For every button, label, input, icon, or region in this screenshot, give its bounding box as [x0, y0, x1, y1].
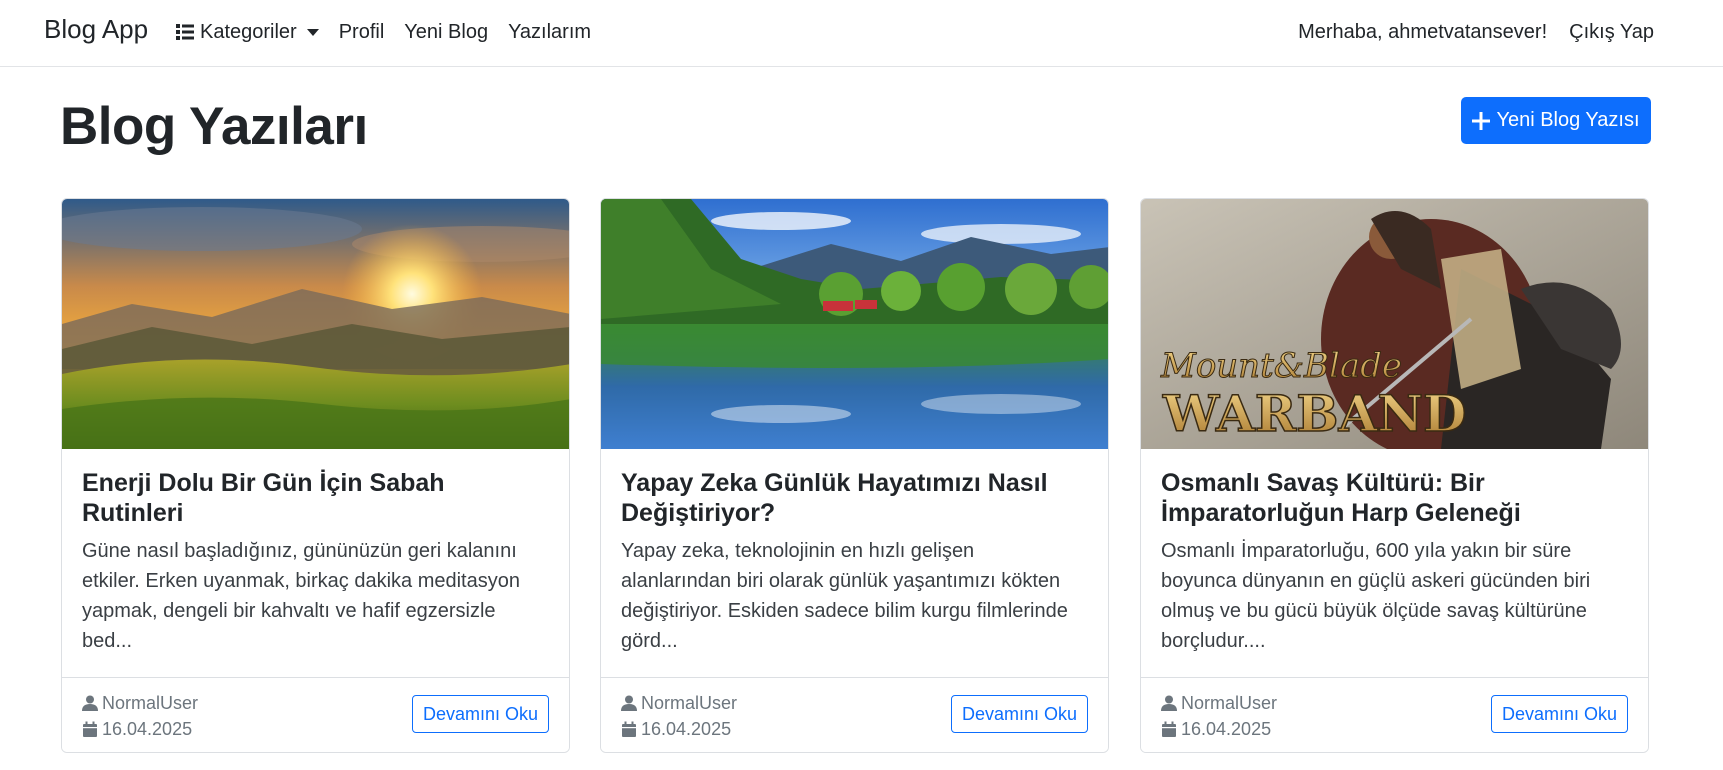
- list-icon: [176, 24, 194, 40]
- post-card: Mount&Blade WARBAND Osmanlı Savaş Kültür…: [1140, 198, 1649, 753]
- nav-profil[interactable]: Profil: [339, 21, 385, 44]
- card-body: Enerji Dolu Bir Gün İçin Sabah Rutinleri…: [82, 468, 549, 656]
- post-date: 16.04.2025: [1181, 719, 1272, 739]
- user-icon: [1161, 695, 1177, 711]
- post-card: Enerji Dolu Bir Gün İçin Sabah Rutinleri…: [61, 198, 570, 753]
- user-icon: [621, 695, 637, 711]
- post-meta: NormalUser 16.04.2025: [82, 690, 198, 742]
- card-body: Osmanlı Savaş Kültürü: Bir İmparatorluğu…: [1161, 468, 1628, 656]
- calendar-icon: [1162, 721, 1176, 737]
- read-more-button[interactable]: Devamını Oku: [411, 695, 549, 733]
- post-meta: NormalUser 16.04.2025: [621, 690, 737, 742]
- read-more-button[interactable]: Devamını Oku: [1490, 695, 1628, 733]
- nav-yeni-blog[interactable]: Yeni Blog: [404, 21, 488, 44]
- categories-label: Kategoriler: [200, 20, 297, 43]
- post-author: NormalUser: [102, 693, 199, 713]
- new-post-label: Yeni Blog Yazısı: [1496, 109, 1640, 131]
- new-post-button[interactable]: Yeni Blog Yazısı: [1461, 97, 1651, 144]
- lake-forest-reflection-image: [601, 199, 1108, 449]
- user-greeting: Merhaba, ahmetvatansever!: [1298, 20, 1548, 43]
- post-author: NormalUser: [1181, 693, 1278, 713]
- post-date: 16.04.2025: [641, 719, 732, 739]
- sunrise-meadow-image: [62, 199, 569, 449]
- card-footer: NormalUser 16.04.2025 Devamını Oku: [62, 677, 569, 752]
- calendar-icon: [83, 721, 97, 737]
- post-title: Yapay Zeka Günlük Hayatımızı Nasıl Değiş…: [621, 469, 1048, 527]
- game-logo-top: Mount&Blade: [1160, 346, 1402, 386]
- page-title: Blog Yazıları: [60, 97, 368, 156]
- post-meta: NormalUser 16.04.2025: [1161, 690, 1277, 742]
- post-card: Yapay Zeka Günlük Hayatımızı Nasıl Değiş…: [600, 198, 1109, 753]
- categories-dropdown[interactable]: Kategoriler: [176, 21, 319, 44]
- post-excerpt: Osmanlı İmparatorluğu, 600 yıla yakın bi…: [1161, 540, 1591, 652]
- card-footer: NormalUser 16.04.2025 Devamını Oku: [601, 677, 1108, 752]
- plus-icon: [1472, 111, 1491, 130]
- read-more-button[interactable]: Devamını Oku: [950, 695, 1088, 733]
- brand-link[interactable]: Blog App: [44, 14, 148, 45]
- post-date: 16.04.2025: [102, 719, 193, 739]
- game-logo-bottom: WARBAND: [1162, 384, 1466, 443]
- calendar-icon: [622, 721, 636, 737]
- nav-yazilarim[interactable]: Yazılarım: [508, 21, 591, 44]
- post-excerpt: Yapay zeka, teknolojinin en hızlı gelişe…: [621, 540, 1068, 652]
- post-title: Osmanlı Savaş Kültürü: Bir İmparatorluğu…: [1161, 469, 1521, 527]
- logout-link[interactable]: Çıkış Yap: [1569, 21, 1654, 44]
- caret-down-icon: [306, 28, 319, 36]
- nav-right: Merhaba, ahmetvatansever! Çıkış Yap: [1298, 0, 1654, 64]
- post-title: Enerji Dolu Bir Gün İçin Sabah Rutinleri: [82, 469, 445, 527]
- user-icon: [82, 695, 98, 711]
- nav-left: Kategoriler Profil Yeni Blog Yazılarım: [176, 0, 591, 64]
- navbar: Blog App Kategoriler Profil Yeni Blog Ya…: [0, 0, 1723, 67]
- mount-and-blade-warband-image: Mount&Blade WARBAND: [1141, 199, 1648, 449]
- card-body: Yapay Zeka Günlük Hayatımızı Nasıl Değiş…: [621, 468, 1088, 656]
- post-author: NormalUser: [641, 693, 738, 713]
- card-footer: NormalUser 16.04.2025 Devamını Oku: [1141, 677, 1648, 752]
- post-excerpt: Güne nasıl başladığınız, gününüzün geri …: [82, 540, 520, 652]
